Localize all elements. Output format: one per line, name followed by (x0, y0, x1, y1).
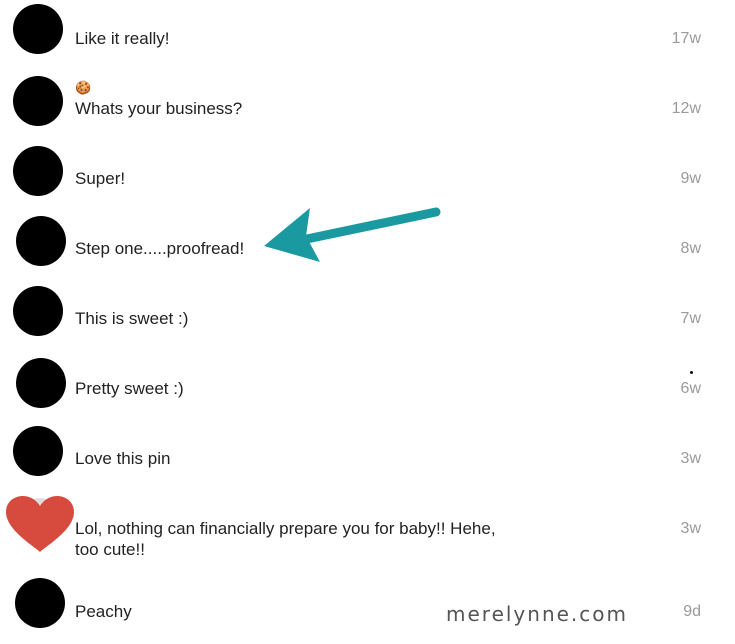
stray-dot (690, 371, 693, 374)
watermark: merelynne.com (446, 602, 628, 626)
comment-timestamp: 8w (680, 240, 701, 257)
comment-list: Like it really! 17w 🍪 Whats your busines… (0, 0, 735, 642)
comment-text: Lol, nothing can financially prepare you… (75, 519, 496, 559)
avatar[interactable] (13, 4, 63, 54)
comment-timestamp: 12w (671, 100, 701, 117)
avatar[interactable] (13, 286, 63, 336)
comment-timestamp: 3w (680, 520, 701, 537)
avatar[interactable] (13, 76, 63, 126)
comment-row: 🍪 Whats your business? 12w (0, 74, 735, 144)
avatar[interactable] (13, 146, 63, 196)
comment-row: Pretty sweet :) 6w (0, 354, 735, 424)
comment-text: Super! (75, 169, 126, 188)
comment-text: Like it really! (75, 29, 170, 48)
avatar[interactable] (13, 426, 63, 476)
heart-icon[interactable] (4, 494, 76, 556)
comment-row: Like it really! 17w (0, 4, 735, 74)
comment-timestamp: 17w (671, 30, 701, 47)
comment-timestamp: 9d (683, 603, 701, 620)
comment-row: Lol, nothing can financially prepare you… (0, 494, 735, 574)
avatar[interactable] (16, 358, 66, 408)
comment-timestamp: 9w (680, 170, 701, 187)
comment-timestamp: 7w (680, 310, 701, 327)
comment-text: Whats your business? (75, 99, 243, 118)
comment-timestamp: 6w (680, 380, 701, 397)
comment-timestamp: 3w (680, 450, 701, 467)
comment-row: This is sweet :) 7w (0, 284, 735, 354)
cookie-emoji: 🍪 (75, 80, 92, 95)
avatar[interactable] (16, 216, 66, 266)
arrow-left-icon (262, 200, 442, 270)
comment-text: This is sweet :) (75, 309, 189, 328)
comment-text: Pretty sweet :) (75, 379, 184, 398)
comment-text: Love this pin (75, 449, 171, 468)
avatar[interactable] (15, 578, 65, 628)
comment-row: Love this pin 3w (0, 424, 735, 494)
